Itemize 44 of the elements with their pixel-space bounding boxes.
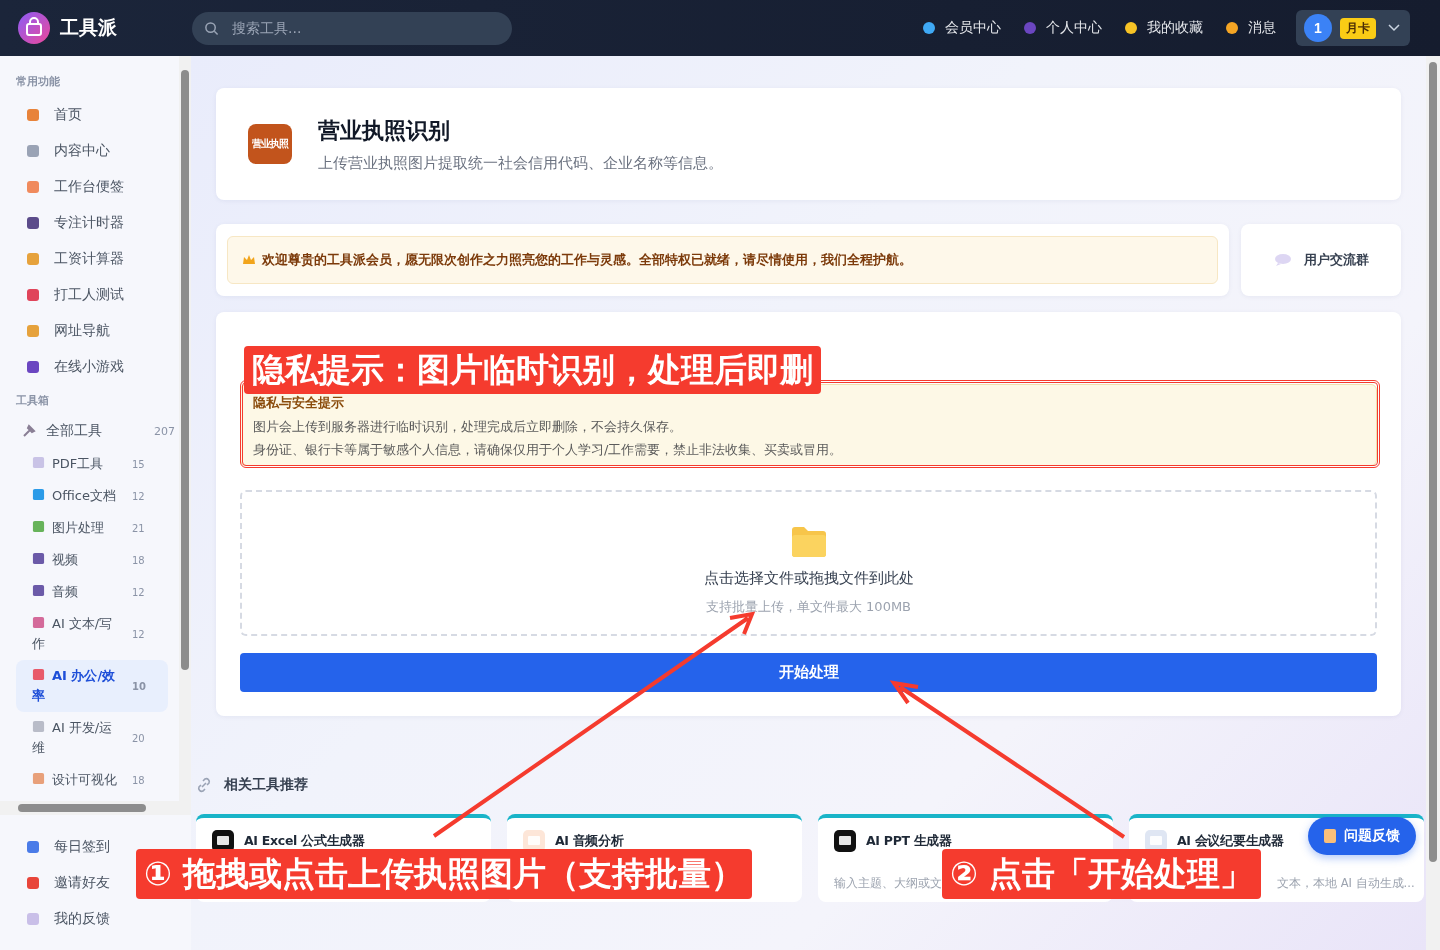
section-heading: 常用功能 (16, 74, 61, 89)
item-label: AI 文本/写作 (32, 615, 114, 653)
section-heading: 工具箱 (16, 393, 50, 408)
item-label: AI 开发/运维 (32, 719, 114, 757)
card-description: 输入主题、大纲或文 (834, 876, 942, 891)
item-count: 12 (132, 490, 146, 502)
item-label: 视频 (32, 550, 122, 570)
item-count: 12 (132, 628, 146, 640)
item-count: 15 (132, 458, 146, 470)
item-count: 18 (132, 554, 146, 566)
page-subtitle: 上传营业执照图片提取统一社会信用代码、企业名称等信息。 (318, 153, 723, 173)
item-label: AI 办公/效率 (32, 667, 117, 705)
card-title: AI PPT 生成器 (866, 832, 952, 850)
avatar: 1 (1304, 14, 1332, 42)
item-count: 12 (132, 586, 146, 598)
tool-icon: 营业执照 (248, 124, 292, 164)
callout-tooltip: ① 拖拽或点击上传执照图片（支持批量） (136, 849, 753, 899)
notice-title: 隐私与安全提示 (253, 394, 345, 412)
item-label: 音频 (32, 582, 122, 602)
item-count: 10 (132, 680, 147, 692)
item-count: 207 (154, 424, 175, 438)
callout-tooltip: ② 点击「开始处理」 (942, 849, 1262, 899)
item-count: 20 (132, 732, 146, 744)
item-label: Office文档 (32, 486, 122, 506)
item-count: 21 (132, 522, 146, 534)
card-title: AI Excel 公式生成器 (244, 832, 365, 850)
notice-text: 身份证、银行卡等属于敏感个人信息，请确保仅用于个人学习/工作需要，禁止非法收集、买卖或冒用。 (253, 441, 844, 459)
item-label: 全部工具 (46, 422, 103, 440)
notice-text: 图片会上传到服务器进行临时识别，处理完成后立即删除，不会持久保存。 (253, 418, 683, 436)
card-title: AI 会议纪要生成器 (1177, 832, 1284, 850)
membership-badge: 月卡 (1340, 17, 1376, 39)
drop-hint: 支持批量上传，单文件最大 100MB (705, 597, 912, 616)
card-title: AI 音频分析 (555, 832, 624, 850)
welcome-text: 欢迎尊贵的工具派会员，愿无限次创作之力照亮您的工作与灵感。全部特权已就绪，请尽情使用，我们全程护航。 (262, 251, 912, 269)
card-description: 文本，本地 AI 自动生成... (1277, 876, 1415, 891)
app-name: 工具派 (60, 15, 117, 40)
item-label: PDF工具 (32, 454, 122, 474)
page-title: 营业执照识别 (318, 116, 451, 145)
callout-tooltip: 隐私提示：图片临时识别，处理后即删 (244, 346, 821, 394)
item-label: 设计可视化 (32, 770, 122, 790)
drop-text: 点击选择文件或拖拽文件到此处 (703, 568, 914, 588)
section-title: 相关工具推荐 (224, 776, 308, 794)
item-label: 图片处理 (32, 518, 122, 538)
item-count: 18 (132, 774, 146, 786)
